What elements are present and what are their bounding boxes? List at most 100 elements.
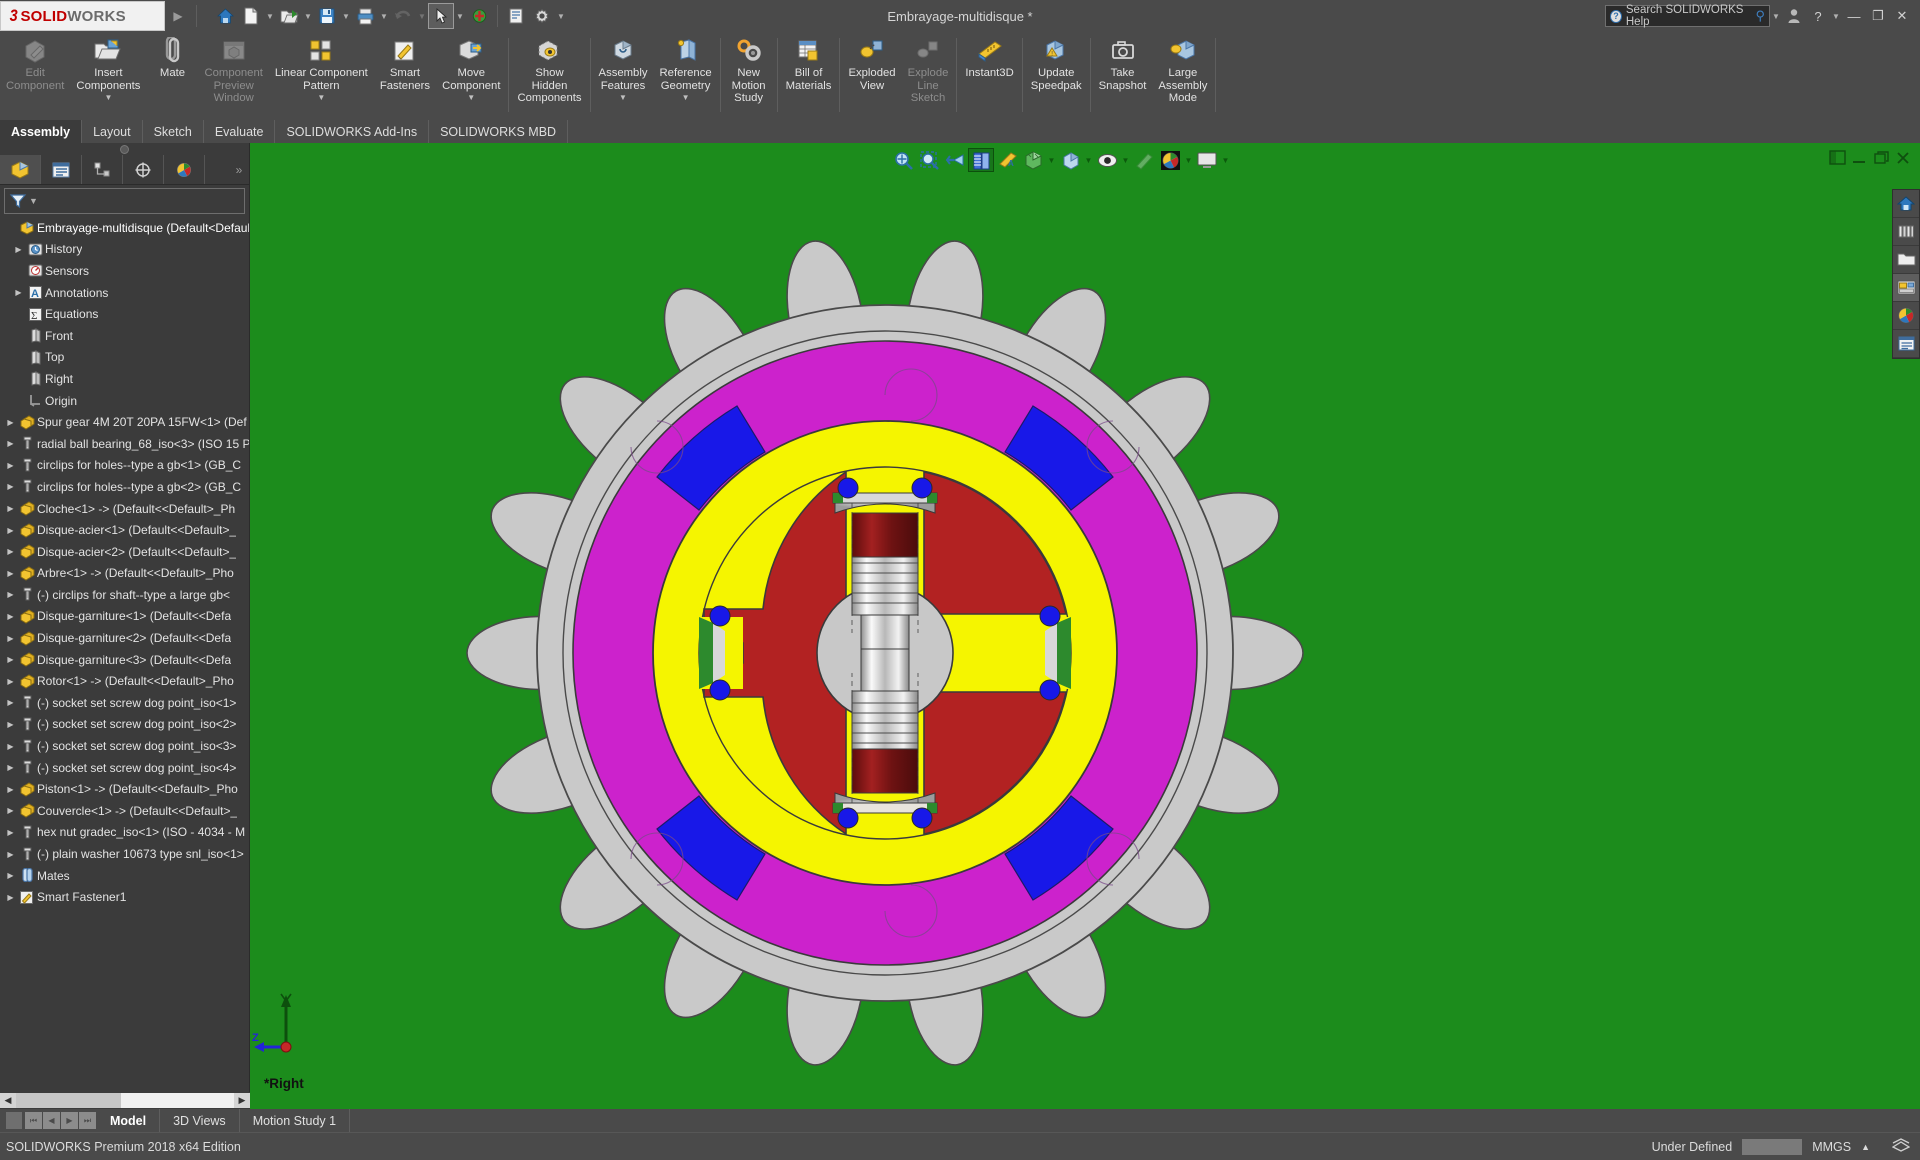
clutch-assembly-model[interactable] bbox=[250, 143, 1920, 1109]
tree-node[interactable]: Origin bbox=[0, 390, 249, 412]
undo-icon[interactable] bbox=[390, 3, 416, 29]
restore-button[interactable]: ❐ bbox=[1866, 4, 1890, 28]
new-document-icon[interactable] bbox=[238, 3, 264, 29]
status-units-label[interactable]: MMGS bbox=[1802, 1140, 1861, 1154]
tree-expand-icon[interactable]: ▶ bbox=[4, 569, 17, 578]
bottom-tab-model[interactable]: Model bbox=[97, 1109, 161, 1132]
section-view-icon[interactable] bbox=[968, 148, 994, 172]
apply-scene-icon[interactable] bbox=[1131, 148, 1157, 172]
print-icon[interactable] bbox=[352, 3, 378, 29]
tree-node[interactable]: Right bbox=[0, 368, 249, 390]
view-palette-icon[interactable] bbox=[1893, 274, 1919, 302]
tree-node[interactable]: ▶ Arbre<1> -> (Default<<Default>_Pho bbox=[0, 563, 249, 585]
ribbon-show-hidden-components[interactable]: Show Hidden Components bbox=[511, 32, 587, 120]
tree-expand-icon[interactable]: ▶ bbox=[4, 439, 17, 448]
previous-button[interactable]: ◀ bbox=[43, 1112, 60, 1129]
tree-node[interactable]: ▶ circlips for holes--type a gb<2> (GB_C bbox=[0, 476, 249, 498]
tree-expand-icon[interactable]: ▶ bbox=[4, 418, 17, 427]
file-properties-icon[interactable] bbox=[503, 3, 529, 29]
view-orientation-icon[interactable]: A bbox=[994, 148, 1020, 172]
minimize-button[interactable]: — bbox=[1842, 4, 1866, 28]
tree-node[interactable]: ▶ Disque-acier<2> (Default<<Default>_ bbox=[0, 541, 249, 563]
tree-expand-icon[interactable]: ▶ bbox=[4, 590, 17, 599]
help-dropdown-icon[interactable]: ▼ bbox=[1830, 3, 1842, 29]
tree-expand-icon[interactable]: ▶ bbox=[4, 720, 17, 729]
tree-node[interactable]: ▶ Couvercle<1> -> (Default<<Default>_ bbox=[0, 800, 249, 822]
property-manager-tab[interactable] bbox=[41, 155, 82, 184]
tree-expand-icon[interactable]: ▶ bbox=[4, 871, 17, 880]
status-overlay-icon[interactable] bbox=[1882, 1138, 1920, 1155]
tab-solidworks-add-ins[interactable]: SOLIDWORKS Add-Ins bbox=[275, 120, 430, 143]
view-settings-icon[interactable] bbox=[1157, 148, 1183, 172]
bottom-tab-3d-views[interactable]: 3D Views bbox=[160, 1109, 240, 1132]
tree-expand-icon[interactable]: ▶ bbox=[12, 288, 25, 297]
ribbon-smart-fasteners[interactable]: Smart Fasteners bbox=[374, 32, 436, 120]
panel-pin-handle[interactable] bbox=[0, 143, 249, 155]
tree-node[interactable]: ▶ circlips for holes--type a gb<1> (GB_C bbox=[0, 455, 249, 477]
ribbon-take-snapshot[interactable]: Take Snapshot bbox=[1093, 32, 1153, 120]
appearances-scenes-icon[interactable] bbox=[1893, 302, 1919, 330]
select-dropdown-icon[interactable]: ▼ bbox=[454, 3, 466, 29]
graphics-viewport[interactable]: A ▼ ▼ ▼ ▼ ▼ *Right Z bbox=[250, 143, 1920, 1109]
tree-expand-icon[interactable]: ▶ bbox=[4, 893, 17, 902]
tree-node[interactable]: Sensors bbox=[0, 260, 249, 282]
tab-sketch[interactable]: Sketch bbox=[143, 120, 204, 143]
ribbon-update-speedpak[interactable]: ! Update Speedpak bbox=[1025, 32, 1088, 120]
dimxpert-manager-tab[interactable] bbox=[123, 155, 164, 184]
zoom-to-area-icon[interactable] bbox=[916, 148, 942, 172]
tree-expand-icon[interactable]: ▶ bbox=[4, 742, 17, 751]
ribbon-large-assembly-mode[interactable]: Large Assembly Mode bbox=[1152, 32, 1213, 120]
tree-filter-input[interactable]: ▼ bbox=[4, 188, 245, 214]
options-gear-icon[interactable] bbox=[529, 3, 555, 29]
ribbon-new-motion-study[interactable]: New Motion Study bbox=[723, 32, 775, 120]
display-pane-icon[interactable] bbox=[1194, 148, 1220, 172]
tree-node[interactable]: ▶ (-) socket set screw dog point_iso<3> bbox=[0, 735, 249, 757]
restore-viewport-icon[interactable] bbox=[1870, 147, 1892, 169]
custom-properties-icon[interactable] bbox=[1893, 330, 1919, 358]
close-viewport-icon[interactable] bbox=[1892, 147, 1914, 169]
zoom-to-fit-icon[interactable] bbox=[890, 148, 916, 172]
tree-node[interactable]: ▶ hex nut gradec_iso<1> (ISO - 4034 - M bbox=[0, 822, 249, 844]
tree-node[interactable]: ▶ (-) circlips for shaft--type a large gb… bbox=[0, 584, 249, 606]
search-input[interactable]: ? Search SOLIDWORKS Help ⚲ bbox=[1605, 4, 1770, 28]
tree-expand-icon[interactable]: ▶ bbox=[4, 850, 17, 859]
ribbon-move-component[interactable]: Move Component ▼ bbox=[436, 32, 506, 120]
open-folder-dropdown-icon[interactable]: ▼ bbox=[302, 3, 314, 29]
undo-dropdown-icon[interactable]: ▼ bbox=[416, 3, 428, 29]
tree-expand-icon[interactable]: ▶ bbox=[12, 245, 25, 254]
tree-expand-icon[interactable]: ▶ bbox=[4, 526, 17, 535]
tab-evaluate[interactable]: Evaluate bbox=[204, 120, 276, 143]
ribbon-component-preview-window[interactable]: Component Preview Window bbox=[198, 32, 268, 120]
tree-node[interactable]: ▶ Piston<1> -> (Default<<Default>_Pho bbox=[0, 778, 249, 800]
tree-expand-icon[interactable]: ▶ bbox=[4, 504, 17, 513]
scroll-right-button[interactable]: ▶ bbox=[234, 1093, 250, 1108]
bottom-tab-motion-study-1[interactable]: Motion Study 1 bbox=[240, 1109, 351, 1132]
tile-window-icon[interactable] bbox=[1826, 147, 1848, 169]
rebuild-icon[interactable] bbox=[466, 3, 492, 29]
tree-expand-icon[interactable]: ▶ bbox=[4, 698, 17, 707]
options-dropdown-icon[interactable]: ▼ bbox=[555, 3, 567, 29]
filter-dropdown-icon[interactable]: ▼ bbox=[29, 196, 38, 206]
status-units-dropdown-icon[interactable]: ▲ bbox=[1861, 1142, 1882, 1152]
design-library-icon[interactable] bbox=[1893, 218, 1919, 246]
tree-node[interactable]: ▶ radial ball bearing_68_iso<3> (ISO 15 P bbox=[0, 433, 249, 455]
first-button[interactable]: ⏮ bbox=[25, 1112, 42, 1129]
print-dropdown-icon[interactable]: ▼ bbox=[378, 3, 390, 29]
previous-view-icon[interactable] bbox=[942, 148, 968, 172]
tree-expand-icon[interactable]: ▶ bbox=[4, 634, 17, 643]
edit-appearance-dropdown-icon[interactable]: ▼ bbox=[1120, 156, 1131, 165]
hide-show-items-dropdown-icon[interactable]: ▼ bbox=[1083, 156, 1094, 165]
help-icon[interactable]: ? bbox=[1806, 4, 1830, 28]
display-manager-tab[interactable] bbox=[164, 155, 205, 184]
search-icon[interactable]: ⚲ bbox=[1755, 8, 1765, 24]
tree-node[interactable]: Top bbox=[0, 347, 249, 369]
scroll-track[interactable] bbox=[16, 1093, 234, 1108]
tree-expand-icon[interactable]: ▶ bbox=[4, 677, 17, 686]
last-button[interactable]: ⏭ bbox=[79, 1112, 96, 1129]
tree-node[interactable]: ▶ Mates bbox=[0, 865, 249, 887]
reference-geometry-dropdown-icon[interactable]: ▼ bbox=[682, 93, 690, 102]
minimize-viewport-icon[interactable] bbox=[1848, 147, 1870, 169]
ribbon-explode-line-sketch[interactable]: Explode Line Sketch bbox=[902, 32, 955, 120]
display-style-dropdown-icon[interactable]: ▼ bbox=[1046, 156, 1057, 165]
tree-node[interactable]: Σ Equations bbox=[0, 303, 249, 325]
